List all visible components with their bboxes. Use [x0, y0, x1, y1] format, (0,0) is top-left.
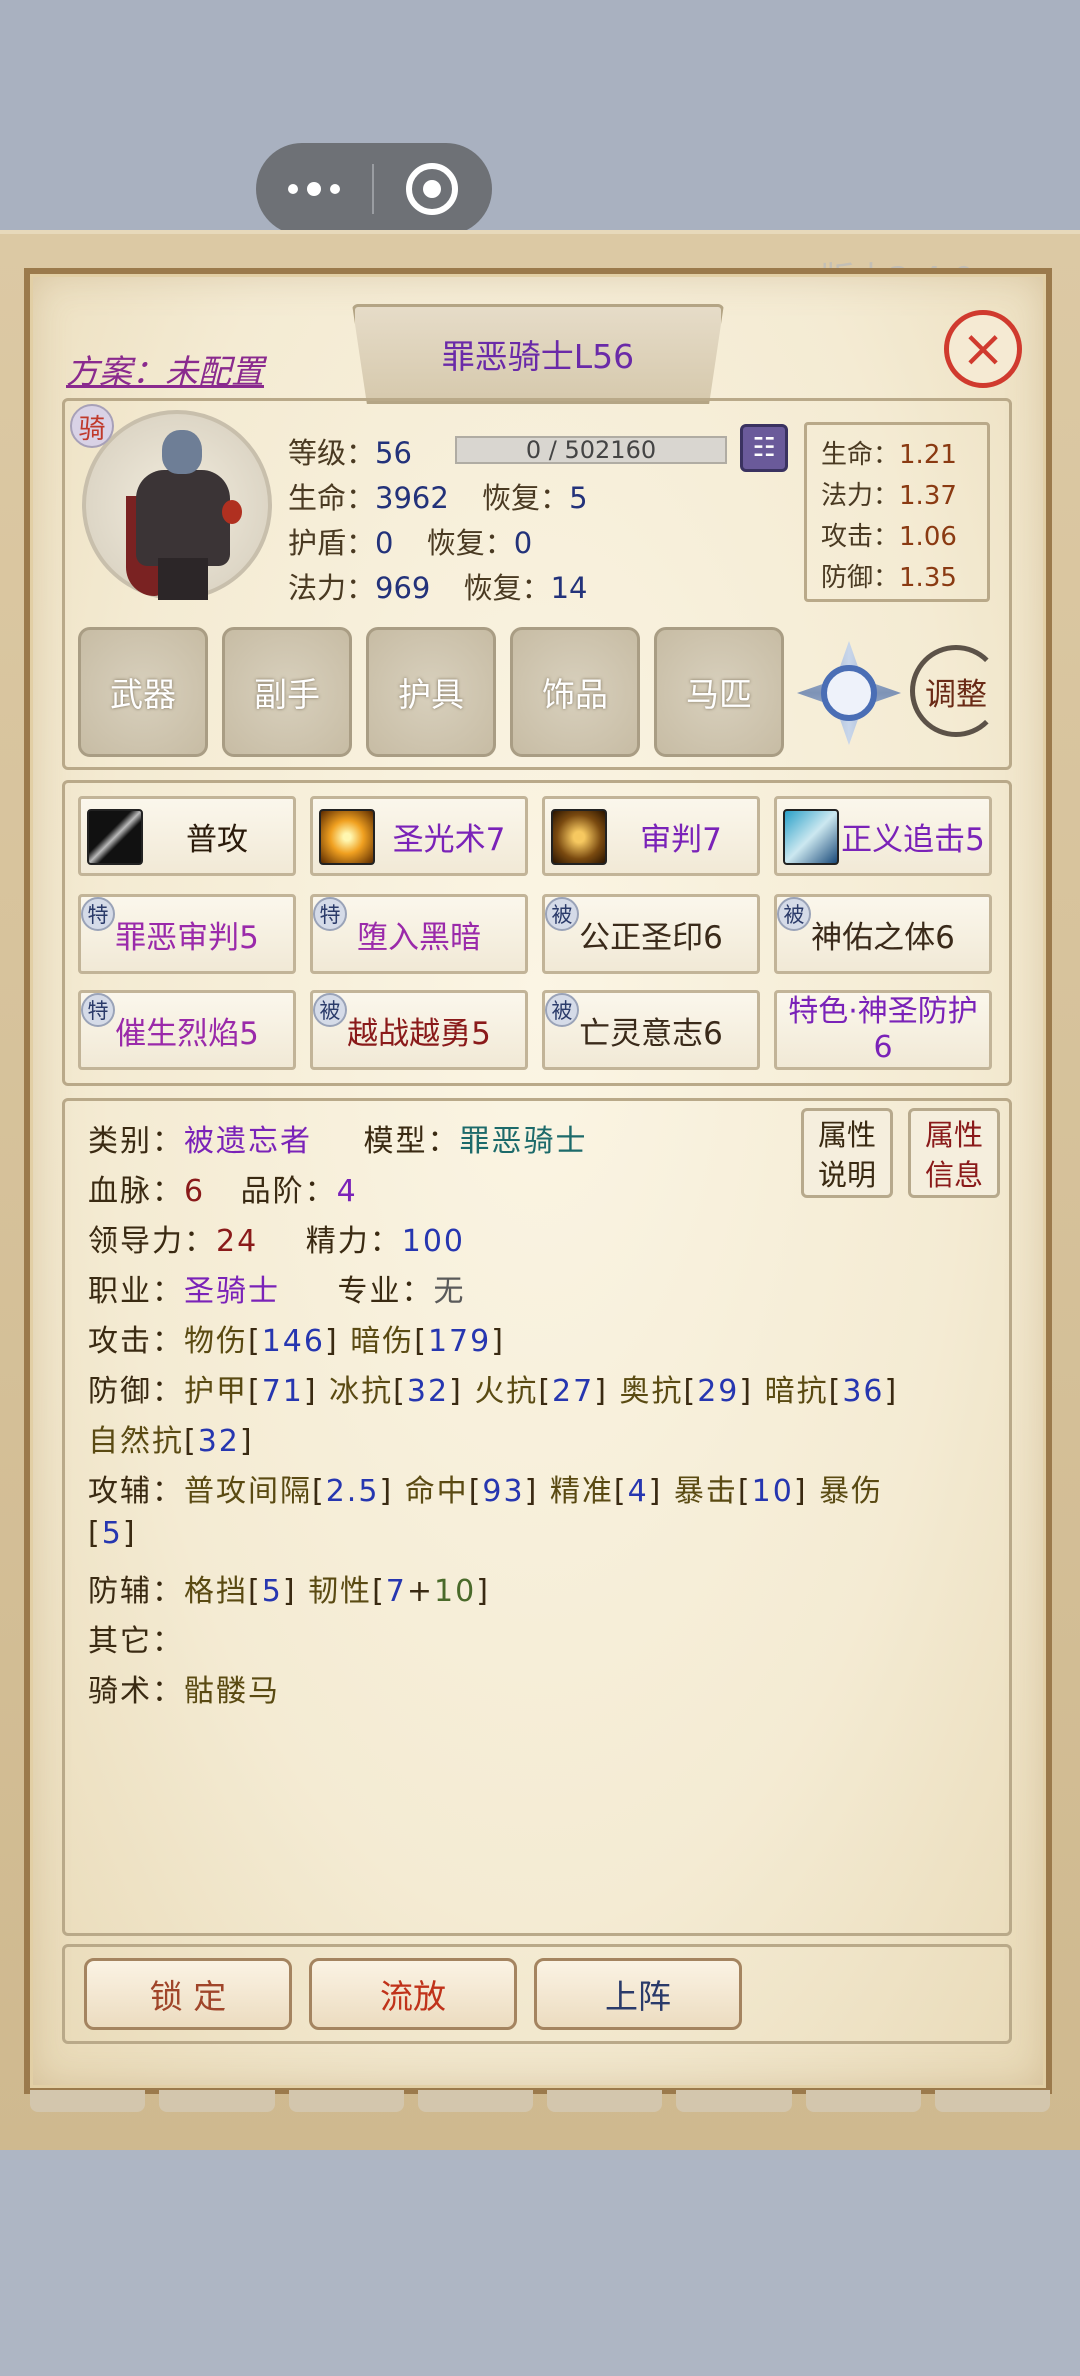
attr-info-button[interactable]: 属性 信息 — [908, 1108, 1000, 1198]
medal-core — [821, 665, 877, 721]
skill-slot[interactable]: 普攻 — [78, 796, 296, 876]
skill-slot[interactable]: 审判7 — [542, 796, 760, 876]
defense-row-cont: 自然抗[32] — [88, 1424, 254, 1459]
attr-explain-button[interactable]: 属性 说明 — [801, 1108, 893, 1198]
growth-hp: 生命：1.21 — [821, 440, 957, 470]
skill-name: 越战越勇5 — [347, 1015, 491, 1052]
skill-slot[interactable]: 被 亡灵意志6 — [542, 990, 760, 1070]
other-row: 其它： — [88, 1624, 184, 1659]
category-row: 类别：被遗忘者 模型：罪恶骑士 — [88, 1124, 588, 1159]
page-background-bottom — [0, 2150, 1080, 2376]
skill-name: 圣光术7 — [392, 821, 506, 858]
level-value: 56 — [375, 436, 412, 470]
deploy-button[interactable]: 上阵 — [534, 1958, 742, 2030]
title-plate: 罪恶骑士L56 — [352, 304, 724, 404]
skill-slot[interactable]: 被 公正圣印6 — [542, 894, 760, 974]
growth-mana: 法力：1.37 — [821, 481, 957, 511]
skill-name: 催生烈焰5 — [115, 1015, 259, 1052]
leadership-row: 领导力：24 精力：100 — [88, 1224, 465, 1259]
scheme-link[interactable]: 方案：未配置 — [66, 345, 264, 393]
skill-name: 神佑之体6 — [811, 919, 955, 956]
atk-aux-row-cont: [5] — [88, 1516, 137, 1551]
skill-slot[interactable]: 特 堕入黑暗 — [310, 894, 528, 974]
job-row: 职业：圣骑士 专业：无 — [88, 1274, 466, 1309]
skill-slot[interactable]: 被 神佑之体6 — [774, 894, 992, 974]
class-badge: 骑 — [70, 404, 114, 448]
attack-row: 攻击：物伤[146] 暗伤[179] — [88, 1324, 505, 1359]
equip-slot-armor[interactable]: 护具 — [366, 627, 496, 757]
skill-name: 特色·神圣防护 6 — [788, 994, 978, 1065]
growth-attack: 攻击：1.06 — [821, 522, 957, 552]
growth-defense: 防御：1.35 — [821, 563, 957, 593]
growth-panel: 生命：1.21 法力：1.37 攻击：1.06 防御：1.35 — [804, 422, 990, 602]
skill-name: 审判7 — [640, 821, 722, 858]
shield-row: 护盾：0 恢复：0 — [288, 526, 533, 560]
underlying-tabs — [30, 2090, 1050, 2112]
equip-slot-offhand[interactable]: 副手 — [222, 627, 352, 757]
defense-row: 防御：护甲[71] 冰抗[32] 火抗[27] 奥抗[29] 暗抗[36] — [88, 1374, 899, 1409]
hero-portrait — [118, 430, 248, 600]
xp-bar: 0 / 502160 — [455, 436, 727, 464]
skill-name: 亡灵意志6 — [579, 1015, 723, 1052]
adjust-button[interactable]: 调整 — [910, 645, 1002, 737]
skill-slot[interactable]: 特色·神圣防护 6 — [774, 990, 992, 1070]
blood-row: 血脉：6 品阶：4 — [88, 1174, 358, 1209]
mana-row: 法力：969 恢复：14 — [288, 571, 588, 605]
skill-slot[interactable]: 正义追击5 — [774, 796, 992, 876]
equip-slot-mount[interactable]: 马匹 — [654, 627, 784, 757]
close-button[interactable]: × — [944, 310, 1022, 388]
skill-slot[interactable]: 特 催生烈焰5 — [78, 990, 296, 1070]
def-aux-row: 防辅：格挡[5] 韧性[7+10] — [88, 1574, 490, 1609]
skill-name: 罪恶审判5 — [115, 919, 259, 956]
equip-slot-accessory[interactable]: 饰品 — [510, 627, 640, 757]
close-miniprogram-icon[interactable] — [374, 163, 490, 215]
skill-slot[interactable]: 圣光术7 — [310, 796, 528, 876]
skill-slot[interactable]: 被 越战越勇5 — [310, 990, 528, 1070]
hp-row: 生命：3962 恢复：5 — [288, 481, 588, 515]
atk-aux-row: 攻辅：普攻间隔[2.5] 命中[93] 精准[4] 暴击[10] 暴伤 — [88, 1474, 884, 1509]
lock-button[interactable]: 锁 定 — [84, 1958, 292, 2030]
miniprogram-capsule — [256, 143, 492, 235]
skill-name: 普攻 — [186, 821, 248, 858]
hero-title: 罪恶骑士L56 — [441, 337, 635, 376]
skill-name: 正义追击5 — [841, 821, 985, 858]
exile-button[interactable]: 流放 — [309, 1958, 517, 2030]
more-icon[interactable] — [256, 182, 372, 196]
book-icon[interactable]: ☷ — [740, 424, 788, 472]
riding-row: 骑术：骷髅马 — [88, 1674, 280, 1709]
skill-slot[interactable]: 特 罪恶审判5 — [78, 894, 296, 974]
skill-name: 堕入黑暗 — [357, 919, 481, 956]
skill-name: 公正圣印6 — [579, 919, 723, 956]
equip-slot-weapon[interactable]: 武器 — [78, 627, 208, 757]
level-row: 等级：56 — [288, 436, 412, 470]
close-icon: × — [961, 319, 1005, 379]
